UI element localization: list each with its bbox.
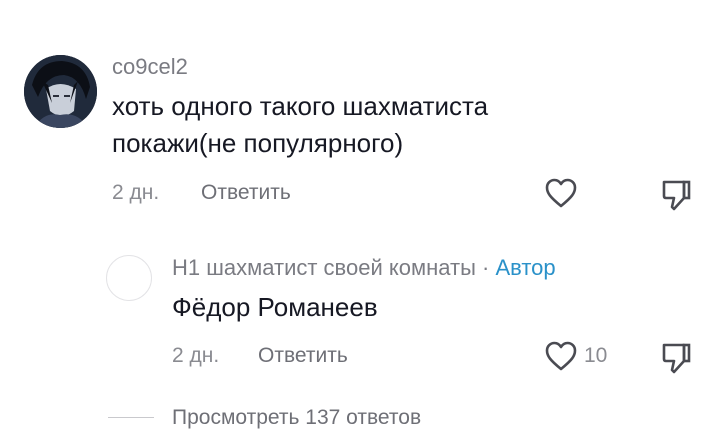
comment-text-line-2: покажи(не популярного) xyxy=(112,128,404,158)
comment-text-line-1: хоть одного такого шахматиста xyxy=(112,91,489,121)
comment-reply-button[interactable]: Ответить xyxy=(201,181,291,205)
avatar[interactable] xyxy=(24,55,97,128)
comment-username[interactable]: co9cel2 xyxy=(112,54,188,80)
reply-header: H1 шахматист своей комнаты · Автор xyxy=(172,255,556,281)
reply-avatar[interactable] xyxy=(106,255,152,301)
reply-like-button[interactable]: 10 xyxy=(544,340,607,372)
reply-separator: · xyxy=(482,255,490,280)
reply-reply-button[interactable]: Ответить xyxy=(258,344,348,368)
reply-text: Фёдор Романеев xyxy=(172,292,378,322)
comment-like-button[interactable] xyxy=(544,177,584,209)
reply-time: 2 дн. xyxy=(172,344,220,367)
heart-icon xyxy=(545,178,577,208)
comment-dislike-button[interactable] xyxy=(660,178,692,212)
replies-divider xyxy=(108,417,154,418)
author-badge: Автор xyxy=(495,255,556,280)
thumbs-down-icon xyxy=(662,180,691,211)
view-replies-button[interactable]: Просмотреть 137 ответов xyxy=(172,406,421,430)
thumbs-down-icon xyxy=(662,343,691,374)
avatar-image xyxy=(24,55,97,128)
reply-username[interactable]: H1 шахматист своей комнаты xyxy=(172,255,476,280)
comment-time: 2 дн. xyxy=(112,181,160,204)
heart-icon xyxy=(545,341,577,371)
reply-like-count: 10 xyxy=(584,344,608,367)
reply-dislike-button[interactable] xyxy=(660,341,692,375)
comment-text: хоть одного такого шахматиста покажи(не … xyxy=(112,88,488,162)
